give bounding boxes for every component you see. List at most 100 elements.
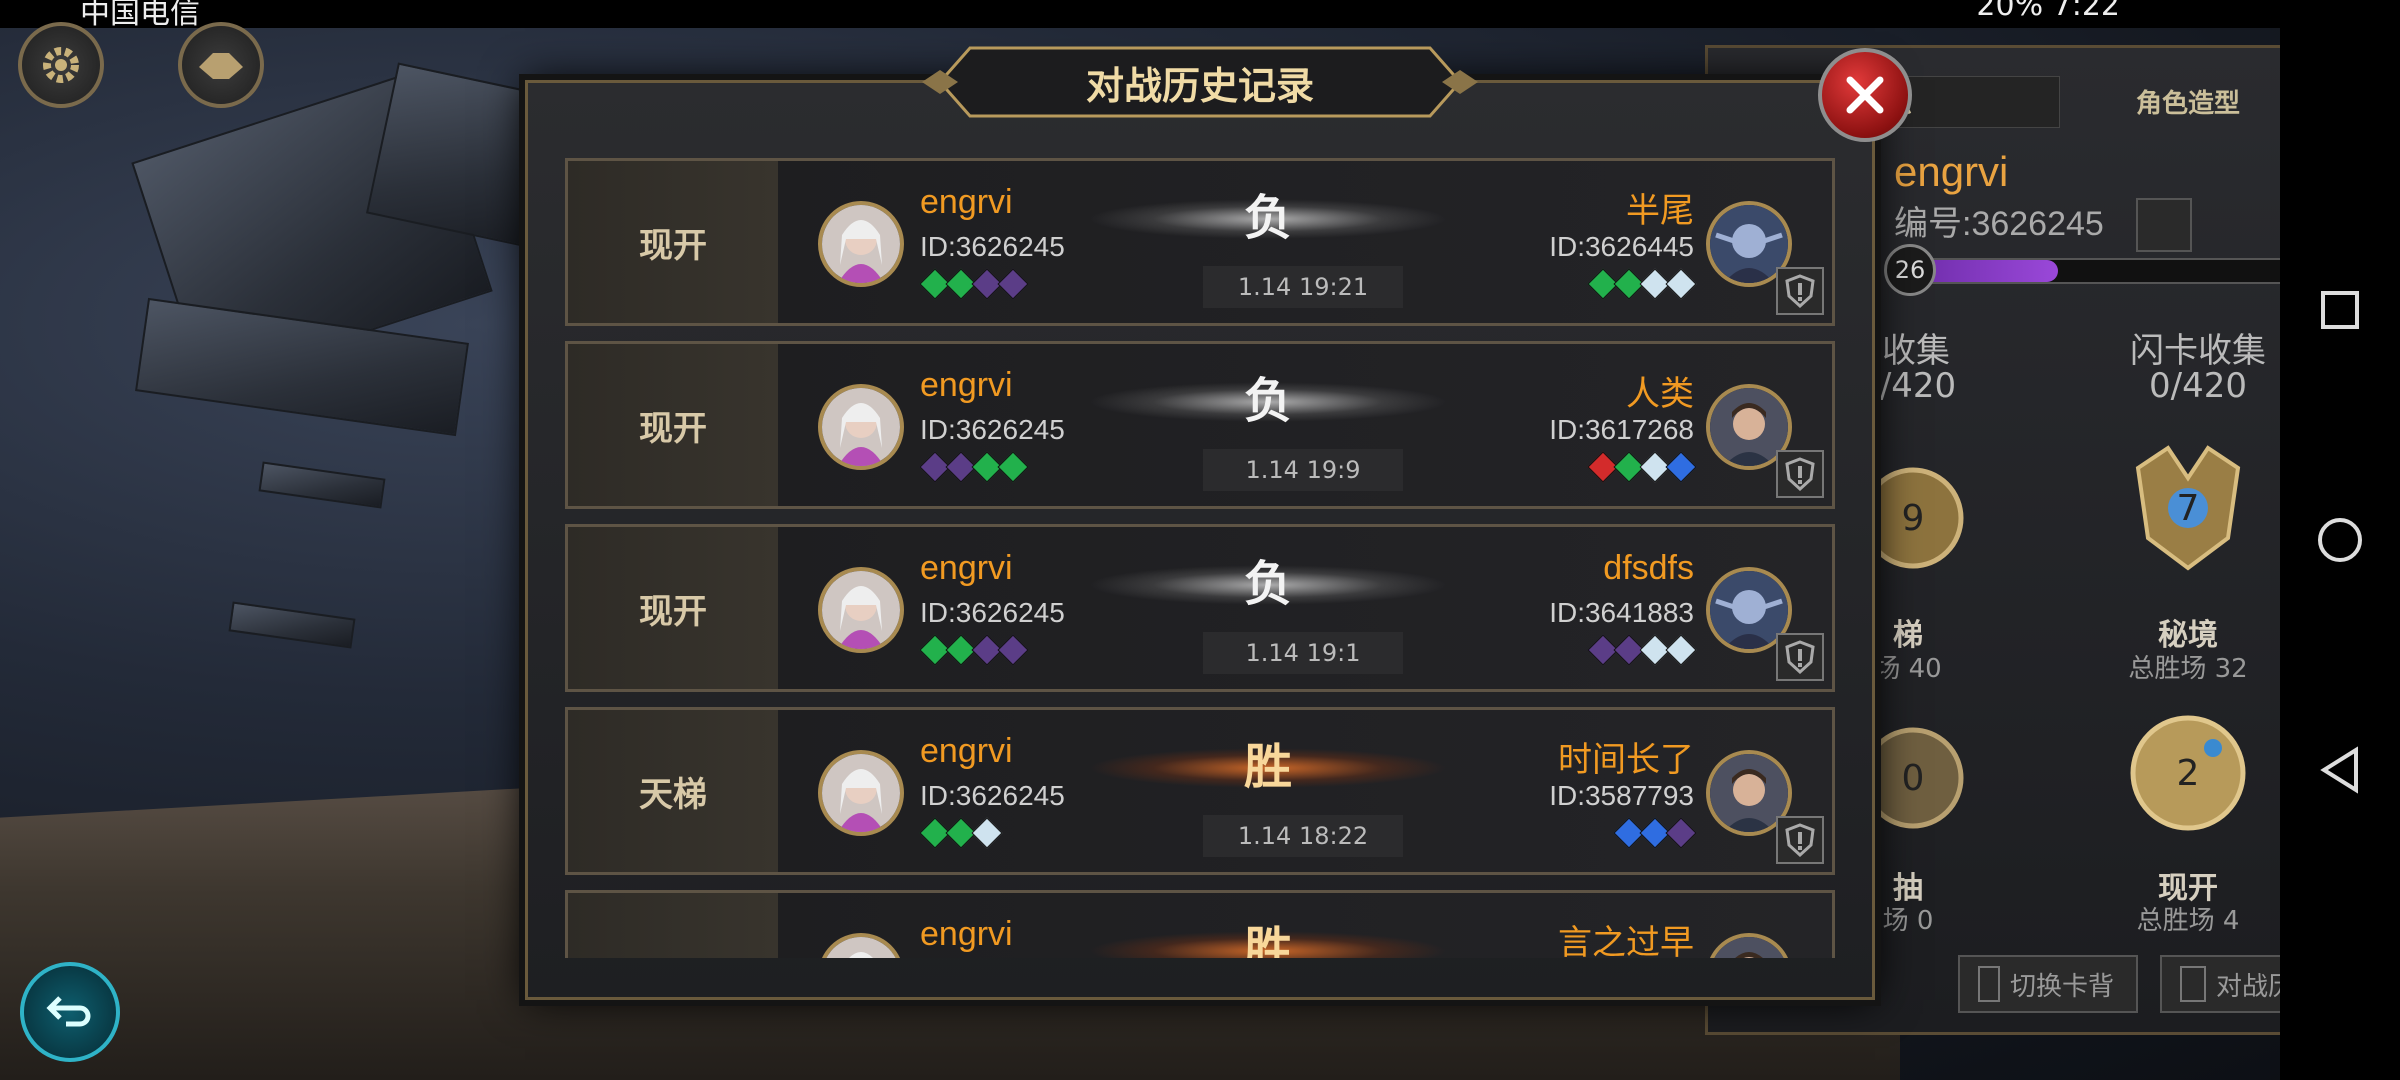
secret-realm-number: 7 bbox=[2176, 487, 2200, 529]
opponent-id: ID:3617268 bbox=[1549, 414, 1694, 445]
report-button[interactable] bbox=[1776, 267, 1824, 315]
level-number: 26 bbox=[1884, 244, 1936, 296]
game-mode-label: 现开 bbox=[568, 161, 778, 323]
history-row[interactable]: 现开 engrvi 胜 言之过早 bbox=[565, 890, 1835, 958]
mana-gem bbox=[1665, 634, 1697, 666]
opponent-mana-gems bbox=[1587, 268, 1697, 300]
foil-collection-value: 0/420 bbox=[2149, 366, 2247, 406]
history-row[interactable]: 现开 engrvi ID:3626245 负 1.14 19:1 dfsdfs … bbox=[565, 524, 1835, 692]
opponent-id: ID:3587793 bbox=[1549, 780, 1694, 811]
opponent-name: 人类 bbox=[1626, 375, 1694, 413]
match-time: 1.14 19:1 bbox=[1203, 632, 1403, 674]
modal-title-banner: 对战历史记录 bbox=[920, 42, 1480, 122]
player-avatar bbox=[818, 567, 904, 653]
opponent-mana-gems bbox=[1613, 817, 1697, 849]
foil-collection-label: 闪卡收集 bbox=[2130, 331, 2266, 371]
opponent-name: dfsdfs bbox=[1603, 549, 1694, 587]
opponent-avatar bbox=[1706, 933, 1792, 958]
switch-card-back-button[interactable]: 切换卡背 bbox=[1958, 955, 2138, 1013]
sealed-wins: 总胜场 4 bbox=[2136, 906, 2240, 936]
mana-gem bbox=[997, 268, 1029, 300]
history-list[interactable]: 现开 engrvi ID:3626245 负 1.14 19:21 半尾 ID:… bbox=[565, 158, 1835, 958]
battery-time: 20% 7:22 bbox=[1976, 0, 2120, 23]
match-result: 胜 bbox=[1243, 739, 1292, 795]
match-time: 1.14 19:21 bbox=[1203, 266, 1403, 308]
list-icon bbox=[2180, 966, 2206, 1002]
home-button[interactable] bbox=[2308, 508, 2372, 572]
sealed-badge[interactable]: 2 bbox=[2113, 708, 2263, 838]
settings-button[interactable] bbox=[18, 22, 104, 108]
game-mode-label: 现开 bbox=[568, 527, 778, 689]
player-id: ID:3626245 bbox=[920, 780, 1065, 811]
floating-rock bbox=[258, 461, 386, 509]
opponent-name: 时间长了 bbox=[1558, 741, 1694, 779]
history-row[interactable]: 现开 engrvi ID:3626245 负 1.14 19:21 半尾 ID:… bbox=[565, 158, 1835, 326]
player-avatar bbox=[818, 201, 904, 287]
ladder-badge-number: 9 bbox=[1901, 497, 1925, 539]
mana-gem bbox=[997, 451, 1029, 483]
player-name: engrvi bbox=[920, 915, 1013, 953]
player-mana-gems bbox=[919, 268, 1029, 300]
rank-emblem-icon[interactable] bbox=[2136, 198, 2192, 252]
secret-realm-wins: 总胜场 32 bbox=[2128, 654, 2248, 684]
back-button[interactable] bbox=[20, 962, 120, 1062]
opponent-name: 言之过早 bbox=[1558, 924, 1694, 958]
history-row[interactable]: 天梯 engrvi ID:3626245 胜 1.14 18:22 时间长了 I… bbox=[565, 707, 1835, 875]
secret-realm-badge[interactable]: 7 bbox=[2113, 443, 2263, 573]
handshake-button[interactable] bbox=[178, 22, 264, 108]
exclamation-shield-icon bbox=[1785, 823, 1815, 857]
player-name: engrvi bbox=[920, 183, 1013, 221]
modal-title: 对战历史记录 bbox=[1085, 62, 1314, 108]
player-id: ID:3626245 bbox=[920, 414, 1065, 445]
collection-value: /420 bbox=[1879, 366, 1957, 406]
opponent-mana-gems bbox=[1587, 634, 1697, 666]
player-mana-gems bbox=[919, 817, 1003, 849]
opponent-id: ID:3641883 bbox=[1549, 597, 1694, 628]
profile-name: engrvi bbox=[1894, 148, 2009, 195]
game-mode-label: 现开 bbox=[568, 344, 778, 506]
player-mana-gems bbox=[919, 634, 1029, 666]
collection-label: 收集 bbox=[1882, 331, 1950, 371]
match-time: 1.14 19:9 bbox=[1203, 449, 1403, 491]
opponent-id: ID:3626445 bbox=[1549, 231, 1694, 262]
opponent-mana-gems bbox=[1587, 451, 1697, 483]
match-result: 负 bbox=[1243, 373, 1292, 429]
report-button[interactable] bbox=[1776, 450, 1824, 498]
player-avatar bbox=[818, 933, 904, 958]
history-row[interactable]: 现开 engrvi ID:3626245 负 1.14 19:9 人类 ID:3… bbox=[565, 341, 1835, 509]
mana-gem bbox=[1665, 817, 1697, 849]
match-result: 负 bbox=[1243, 190, 1292, 246]
sealed-badge-number: 2 bbox=[2176, 752, 2200, 794]
circle-icon bbox=[2318, 518, 2362, 562]
match-result: 胜 bbox=[1243, 922, 1292, 958]
exclamation-shield-icon bbox=[1785, 274, 1815, 308]
mana-gem bbox=[997, 634, 1029, 666]
player-id: ID:3626245 bbox=[920, 231, 1065, 262]
exclamation-shield-icon bbox=[1785, 457, 1815, 491]
level-progress-bar bbox=[1896, 258, 2300, 284]
back-arrow-icon bbox=[46, 996, 91, 1027]
report-button[interactable] bbox=[1776, 633, 1824, 681]
mana-gem bbox=[1665, 451, 1697, 483]
report-button[interactable] bbox=[1776, 816, 1824, 864]
floating-rock bbox=[228, 601, 356, 649]
player-mana-gems bbox=[919, 451, 1029, 483]
recent-apps-button[interactable] bbox=[2308, 278, 2372, 342]
exclamation-shield-icon bbox=[1785, 640, 1815, 674]
card-back-icon bbox=[1978, 966, 2000, 1002]
square-icon bbox=[2321, 291, 2359, 329]
draft-badge-number: 0 bbox=[1901, 757, 1925, 799]
status-bar: 中国电信 20% 7:22 bbox=[0, 0, 2280, 31]
match-result: 负 bbox=[1243, 556, 1292, 612]
mana-gem bbox=[1665, 268, 1697, 300]
player-avatar bbox=[818, 750, 904, 836]
floating-rock bbox=[135, 297, 469, 437]
game-mode-label: 天梯 bbox=[568, 710, 778, 872]
profile-number: 编号:3626245 bbox=[1894, 205, 2104, 243]
player-name: engrvi bbox=[920, 366, 1013, 404]
handshake-icon bbox=[199, 53, 243, 79]
close-button[interactable] bbox=[1818, 48, 1912, 142]
back-nav-button[interactable] bbox=[2308, 738, 2372, 802]
gear-icon bbox=[43, 47, 79, 83]
triangle-back-icon bbox=[2320, 746, 2358, 794]
